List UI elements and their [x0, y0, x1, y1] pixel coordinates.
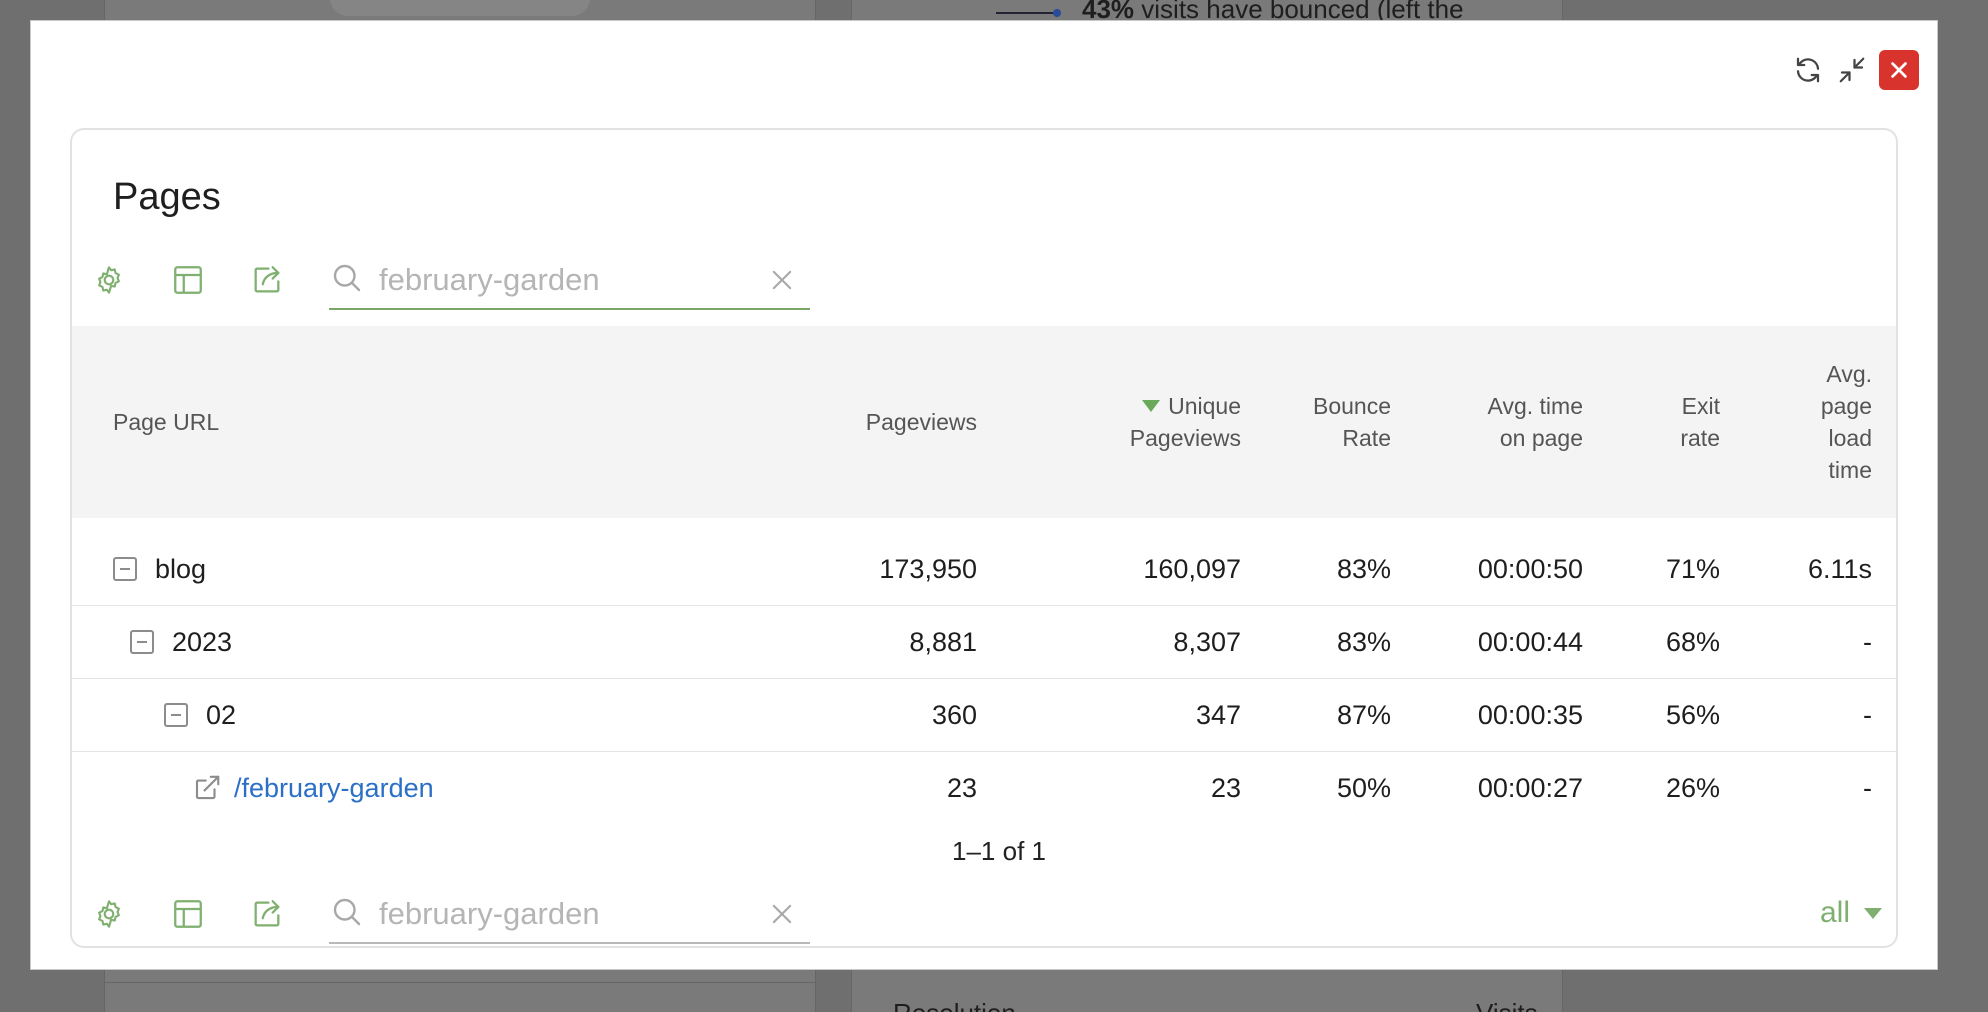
close-button[interactable] [1879, 50, 1919, 90]
cell-exit-rate: 56% [1665, 700, 1720, 730]
sort-descending-icon [1142, 400, 1161, 412]
search-box [329, 250, 810, 310]
column-header-bounce-rate[interactable]: Bounce Rate [1261, 390, 1391, 454]
column-header-avg-time-on-page[interactable]: Avg. time on page [1423, 390, 1583, 454]
cell-bounce-rate: 83% [1336, 554, 1391, 584]
search-icon [333, 264, 361, 292]
cell-unique-pageviews: 160,097 [1143, 554, 1241, 584]
table-row[interactable]: 2023 8,881 8,307 83% 00:00:44 68% - [72, 606, 1896, 679]
row-limit-value: all [1819, 896, 1850, 929]
refresh-icon[interactable] [1791, 53, 1825, 87]
background-sparkline [996, 9, 1061, 17]
cell-unique-pageviews: 347 [1195, 700, 1241, 730]
search-input[interactable] [379, 262, 749, 298]
clear-search-icon[interactable] [768, 900, 796, 928]
modal-actions [1791, 50, 1919, 90]
row-label[interactable]: 2023 [130, 606, 232, 678]
row-label[interactable]: /february-garden [192, 752, 434, 824]
collapse-row-icon[interactable] [113, 557, 137, 581]
cell-unique-pageviews: 8,307 [1173, 627, 1241, 657]
row-label-text: 2023 [172, 626, 233, 657]
pages-report-card: Pages february-garden Page URL Pageviews… [70, 128, 1898, 948]
row-label[interactable]: 02 [164, 679, 236, 751]
cell-bounce-rate: 87% [1336, 700, 1391, 730]
column-header-unique-pageviews[interactable]: Unique Pageviews [1041, 390, 1241, 454]
background-visits-label: Visits [1476, 998, 1538, 1012]
export-icon[interactable] [247, 894, 287, 934]
bottom-toolbar [72, 884, 832, 944]
cell-exit-rate: 26% [1665, 773, 1720, 803]
search-icon [333, 898, 361, 926]
visualization-table-icon[interactable] [168, 260, 208, 300]
settings-gear-icon[interactable] [89, 260, 129, 300]
collapse-row-icon[interactable] [130, 630, 154, 654]
cell-pageviews: 173,950 [879, 554, 977, 584]
table-row[interactable]: 02 360 347 87% 00:00:35 56% - [72, 679, 1896, 752]
close-icon [1891, 62, 1907, 78]
row-label[interactable]: blog [113, 533, 206, 605]
collapse-icon[interactable] [1835, 53, 1869, 87]
cell-avg-time: 00:00:44 [1477, 627, 1583, 657]
cell-bounce-rate: 83% [1336, 627, 1391, 657]
row-limit-selector[interactable]: all [1820, 896, 1882, 930]
cell-avg-load-time: - [1863, 773, 1872, 803]
cell-pageviews: 23 [946, 773, 977, 803]
row-label-text: 02 [206, 699, 237, 730]
cell-exit-rate: 68% [1665, 627, 1720, 657]
search-input[interactable] [379, 896, 749, 932]
pagination-info: 1–1 of 1 [952, 836, 1046, 866]
cell-bounce-rate: 50% [1336, 773, 1391, 803]
background-pill [330, 0, 590, 16]
cell-avg-load-time: - [1863, 700, 1872, 730]
collapse-row-icon[interactable] [164, 703, 188, 727]
column-header-exit-rate[interactable]: Exit rate [1620, 390, 1720, 454]
table-row[interactable]: blog 173,950 160,097 83% 00:00:50 71% 6.… [72, 533, 1896, 606]
background-divider [104, 982, 816, 983]
top-toolbar [72, 250, 832, 310]
column-header-page-url[interactable]: Page URL [113, 406, 219, 438]
chevron-down-icon [1864, 907, 1882, 919]
export-icon[interactable] [247, 260, 287, 300]
report-title: Pages [113, 176, 221, 218]
settings-gear-icon[interactable] [89, 894, 129, 934]
cell-pageviews: 360 [931, 700, 977, 730]
visualization-table-icon[interactable] [168, 894, 208, 934]
cell-unique-pageviews: 23 [1210, 773, 1241, 803]
background-resolution-label: Resolution [893, 998, 1016, 1012]
column-header-avg-page-load-time[interactable]: Avg. page load time [1772, 358, 1872, 486]
pages-report-modal: Pages february-garden Page URL Pageviews… [30, 20, 1938, 970]
table-header: Page URL Pageviews Unique Pageviews Boun… [72, 326, 1896, 518]
clear-search-icon[interactable] [768, 266, 796, 294]
page-link[interactable]: /february-garden [234, 773, 434, 804]
external-link-icon[interactable] [192, 773, 222, 803]
search-box [329, 884, 810, 944]
row-label-text: blog [155, 553, 207, 584]
cell-avg-time: 00:00:35 [1477, 700, 1583, 730]
cell-avg-load-time: - [1863, 627, 1872, 657]
table-row[interactable]: /february-garden 23 23 50% 00:00:27 26% … [72, 752, 1896, 825]
cell-avg-time: 00:00:27 [1477, 773, 1583, 803]
cell-avg-load-time: 6.11s [1807, 554, 1872, 584]
column-header-pageviews[interactable]: Pageviews [777, 406, 977, 438]
cell-pageviews: 8,881 [909, 627, 977, 657]
cell-exit-rate: 71% [1665, 554, 1720, 584]
cell-avg-time: 00:00:50 [1477, 554, 1583, 584]
